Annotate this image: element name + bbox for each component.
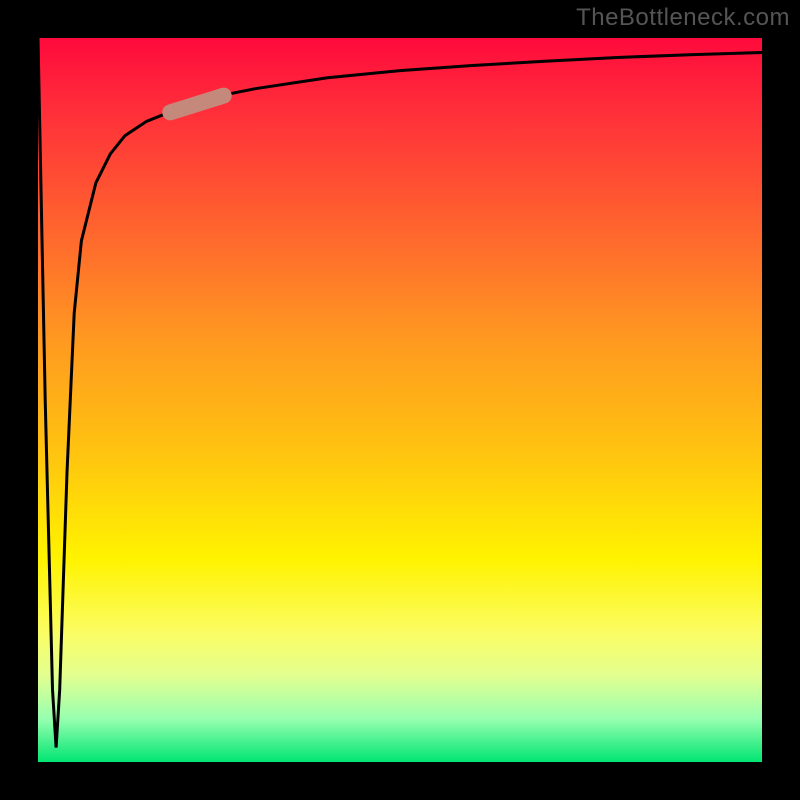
curve-layer [38, 38, 762, 762]
plot-area [38, 38, 762, 762]
watermark-text: TheBottleneck.com [576, 4, 790, 32]
curve-path [38, 38, 762, 748]
chart-root: TheBottleneck.com [0, 0, 800, 800]
